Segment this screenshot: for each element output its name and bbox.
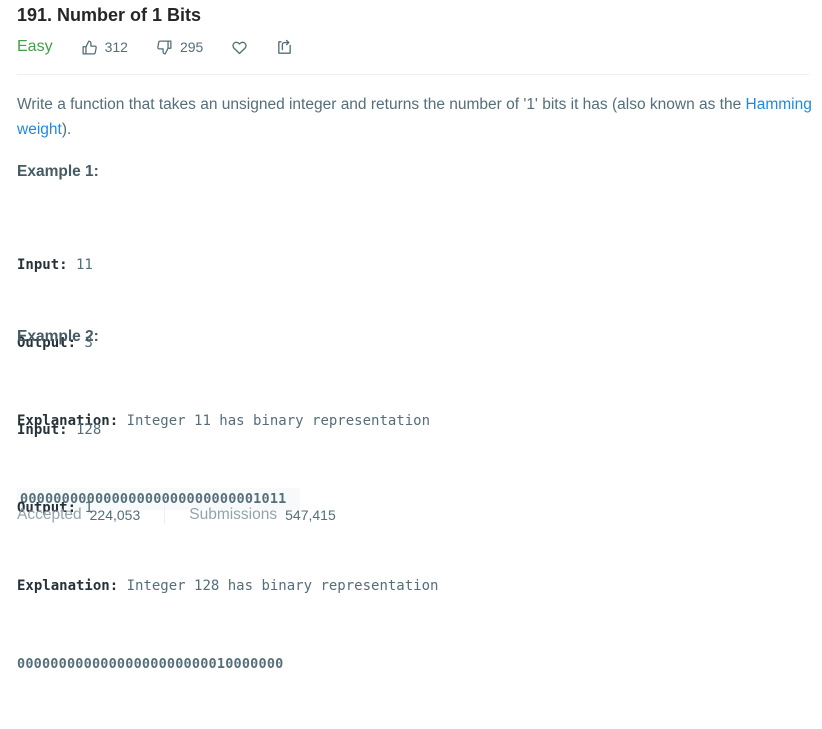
input-value: 128	[67, 422, 102, 438]
binary-code: 00000000000000000000000010000000	[17, 656, 284, 672]
example-1-input: Input: 11	[17, 252, 430, 278]
example-2-input: Input: 128	[17, 417, 438, 443]
share-icon	[278, 39, 292, 54]
accepted-count: 224,053	[89, 507, 141, 523]
favorite-button[interactable]	[231, 39, 248, 56]
example-2-title: Example 2:	[17, 328, 99, 345]
accepted-label: Accepted	[17, 506, 82, 523]
description-text-end: ).	[61, 121, 72, 138]
dislike-button[interactable]: 295	[156, 39, 203, 56]
stats-divider	[164, 506, 166, 524]
thumbs-up-icon	[82, 39, 97, 55]
problem-description: Write a function that takes an unsigned …	[17, 92, 812, 142]
example-2-binary: 00000000000000000000000010000000	[17, 651, 438, 677]
example-2-code: Input: 128 Output: 1 Explanation: Intege…	[17, 365, 438, 729]
share-button[interactable]	[276, 39, 293, 56]
explanation-label: Explanation:	[17, 578, 119, 594]
problem-title: 191. Number of 1 Bits	[17, 5, 202, 25]
heart-icon	[232, 41, 247, 54]
submissions-label: Submissions	[189, 506, 278, 523]
example-1-title: Example 1:	[17, 163, 99, 180]
dislike-count: 295	[179, 39, 204, 55]
like-button[interactable]: 312	[81, 39, 128, 56]
example-2-explanation: Explanation: Integer 128 has binary repr…	[17, 573, 438, 599]
submissions-count: 547,415	[285, 507, 336, 523]
input-label: Input:	[17, 257, 68, 273]
explanation-text: Integer 128 has binary representation	[118, 578, 439, 594]
submission-stats: Accepted 224,053 Submissions 547,415	[17, 504, 336, 526]
problem-meta-bar: Easy 312 295	[17, 36, 321, 58]
difficulty-badge: Easy	[17, 38, 53, 55]
input-value: 11	[67, 257, 93, 273]
header-divider	[17, 74, 809, 75]
thumbs-down-icon	[157, 39, 172, 55]
input-label: Input:	[17, 422, 68, 438]
like-count: 312	[104, 39, 128, 55]
description-text: Write a function that takes an unsigned …	[17, 96, 746, 113]
